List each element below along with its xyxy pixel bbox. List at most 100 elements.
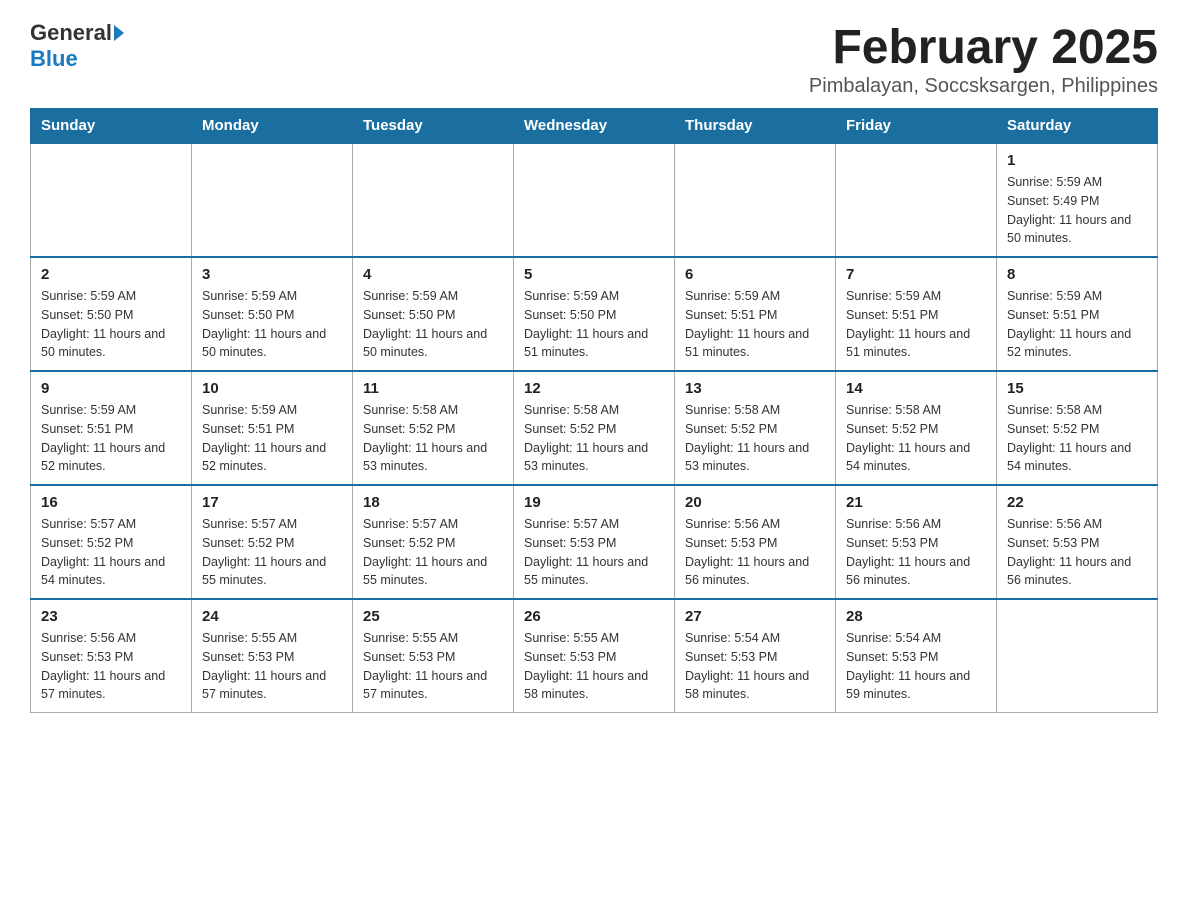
location-subtitle: Pimbalayan, Soccsksargen, Philippines [809,75,1158,98]
day-number: 11 [363,380,503,397]
logo-arrow-icon [114,25,124,41]
day-number: 2 [41,266,181,283]
logo-general-text: General [30,20,112,46]
calendar-cell: 28 Sunrise: 5:54 AM Sunset: 5:53 PM Dayli… [836,599,997,713]
calendar-cell: 20 Sunrise: 5:56 AM Sunset: 5:53 PM Dayli… [675,485,836,599]
day-number: 16 [41,494,181,511]
calendar-cell: 3Sunrise: 5:59 AM Sunset: 5:50 PM Daylig… [192,257,353,371]
day-info: Sunrise: 5:58 AM Sunset: 5:52 PM Dayligh… [524,401,664,476]
calendar-cell: 4 Sunrise: 5:59 AM Sunset: 5:50 PM Daylig… [353,257,514,371]
day-info: Sunrise: 5:56 AM Sunset: 5:53 PM Dayligh… [41,629,181,704]
weekday-header-monday: Monday [192,109,353,144]
day-number: 13 [685,380,825,397]
weekday-header-saturday: Saturday [997,109,1158,144]
calendar-cell: 18 Sunrise: 5:57 AM Sunset: 5:52 PM Dayli… [353,485,514,599]
calendar-week-5: 23 Sunrise: 5:56 AM Sunset: 5:53 PM Dayli… [31,599,1158,713]
calendar-cell: 22 Sunrise: 5:56 AM Sunset: 5:53 PM Dayli… [997,485,1158,599]
day-number: 14 [846,380,986,397]
day-info: Sunrise: 5:56 AM Sunset: 5:53 PM Dayligh… [685,515,825,590]
calendar-cell: 7 Sunrise: 5:59 AM Sunset: 5:51 PM Daylig… [836,257,997,371]
day-info: Sunrise: 5:55 AM Sunset: 5:53 PM Dayligh… [524,629,664,704]
day-number: 19 [524,494,664,511]
day-number: 20 [685,494,825,511]
calendar-cell: 11 Sunrise: 5:58 AM Sunset: 5:52 PM Dayli… [353,371,514,485]
day-info: Sunrise: 5:57 AM Sunset: 5:52 PM Dayligh… [202,515,342,590]
day-number: 8 [1007,266,1147,283]
calendar-cell: 8Sunrise: 5:59 AM Sunset: 5:51 PM Daylig… [997,257,1158,371]
day-info: Sunrise: 5:58 AM Sunset: 5:52 PM Dayligh… [846,401,986,476]
day-info: Sunrise: 5:55 AM Sunset: 5:53 PM Dayligh… [202,629,342,704]
day-number: 7 [846,266,986,283]
calendar-cell: 21 Sunrise: 5:56 AM Sunset: 5:53 PM Dayli… [836,485,997,599]
calendar-cell: 9Sunrise: 5:59 AM Sunset: 5:51 PM Daylig… [31,371,192,485]
calendar-cell: 10Sunrise: 5:59 AM Sunset: 5:51 PM Dayli… [192,371,353,485]
calendar-cell [353,143,514,257]
day-number: 15 [1007,380,1147,397]
day-number: 17 [202,494,342,511]
day-info: Sunrise: 5:59 AM Sunset: 5:49 PM Dayligh… [1007,173,1147,248]
day-info: Sunrise: 5:58 AM Sunset: 5:52 PM Dayligh… [1007,401,1147,476]
logo-blue-text: Blue [30,46,78,72]
day-info: Sunrise: 5:59 AM Sunset: 5:51 PM Dayligh… [846,287,986,362]
calendar-cell: 1 Sunrise: 5:59 AM Sunset: 5:49 PM Daylig… [997,143,1158,257]
calendar-cell: 27Sunrise: 5:54 AM Sunset: 5:53 PM Dayli… [675,599,836,713]
calendar-cell: 15 Sunrise: 5:58 AM Sunset: 5:52 PM Dayli… [997,371,1158,485]
logo: General Blue [30,20,124,72]
day-number: 26 [524,608,664,625]
calendar-cell: 14 Sunrise: 5:58 AM Sunset: 5:52 PM Dayli… [836,371,997,485]
day-number: 3 [202,266,342,283]
day-info: Sunrise: 5:59 AM Sunset: 5:50 PM Dayligh… [363,287,503,362]
calendar-cell: 23 Sunrise: 5:56 AM Sunset: 5:53 PM Dayli… [31,599,192,713]
day-number: 23 [41,608,181,625]
day-number: 12 [524,380,664,397]
day-info: Sunrise: 5:58 AM Sunset: 5:52 PM Dayligh… [685,401,825,476]
month-title: February 2025 [809,20,1158,75]
day-info: Sunrise: 5:59 AM Sunset: 5:50 PM Dayligh… [41,287,181,362]
weekday-header-tuesday: Tuesday [353,109,514,144]
day-info: Sunrise: 5:57 AM Sunset: 5:52 PM Dayligh… [363,515,503,590]
day-number: 22 [1007,494,1147,511]
day-number: 28 [846,608,986,625]
calendar-week-4: 16 Sunrise: 5:57 AM Sunset: 5:52 PM Dayli… [31,485,1158,599]
calendar-cell: 17 Sunrise: 5:57 AM Sunset: 5:52 PM Dayli… [192,485,353,599]
day-number: 4 [363,266,503,283]
day-number: 6 [685,266,825,283]
calendar-cell [192,143,353,257]
calendar-cell [31,143,192,257]
weekday-header-friday: Friday [836,109,997,144]
day-info: Sunrise: 5:59 AM Sunset: 5:51 PM Dayligh… [202,401,342,476]
calendar-cell: 16 Sunrise: 5:57 AM Sunset: 5:52 PM Dayli… [31,485,192,599]
calendar-cell: 5Sunrise: 5:59 AM Sunset: 5:50 PM Daylig… [514,257,675,371]
day-number: 9 [41,380,181,397]
day-info: Sunrise: 5:56 AM Sunset: 5:53 PM Dayligh… [846,515,986,590]
day-number: 18 [363,494,503,511]
day-info: Sunrise: 5:54 AM Sunset: 5:53 PM Dayligh… [846,629,986,704]
day-number: 5 [524,266,664,283]
day-number: 25 [363,608,503,625]
calendar-cell [836,143,997,257]
calendar-cell: 25 Sunrise: 5:55 AM Sunset: 5:53 PM Dayli… [353,599,514,713]
weekday-header-wednesday: Wednesday [514,109,675,144]
calendar-cell: 19 Sunrise: 5:57 AM Sunset: 5:53 PM Dayli… [514,485,675,599]
day-info: Sunrise: 5:59 AM Sunset: 5:51 PM Dayligh… [685,287,825,362]
calendar-cell: 6 Sunrise: 5:59 AM Sunset: 5:51 PM Daylig… [675,257,836,371]
weekday-header-sunday: Sunday [31,109,192,144]
calendar-cell: 26 Sunrise: 5:55 AM Sunset: 5:53 PM Dayli… [514,599,675,713]
calendar-cell: 13 Sunrise: 5:58 AM Sunset: 5:52 PM Dayli… [675,371,836,485]
day-info: Sunrise: 5:57 AM Sunset: 5:52 PM Dayligh… [41,515,181,590]
day-info: Sunrise: 5:55 AM Sunset: 5:53 PM Dayligh… [363,629,503,704]
calendar-cell: 2 Sunrise: 5:59 AM Sunset: 5:50 PM Daylig… [31,257,192,371]
calendar-week-1: 1 Sunrise: 5:59 AM Sunset: 5:49 PM Daylig… [31,143,1158,257]
day-number: 24 [202,608,342,625]
calendar-week-2: 2 Sunrise: 5:59 AM Sunset: 5:50 PM Daylig… [31,257,1158,371]
day-info: Sunrise: 5:57 AM Sunset: 5:53 PM Dayligh… [524,515,664,590]
day-number: 1 [1007,152,1147,169]
calendar-cell [514,143,675,257]
calendar-table: SundayMondayTuesdayWednesdayThursdayFrid… [30,108,1158,713]
day-info: Sunrise: 5:56 AM Sunset: 5:53 PM Dayligh… [1007,515,1147,590]
calendar-week-3: 9 Sunrise: 5:59 AM Sunset: 5:51 PM Daylig… [31,371,1158,485]
day-info: Sunrise: 5:58 AM Sunset: 5:52 PM Dayligh… [363,401,503,476]
weekday-header-thursday: Thursday [675,109,836,144]
day-number: 21 [846,494,986,511]
calendar-cell: 12 Sunrise: 5:58 AM Sunset: 5:52 PM Dayli… [514,371,675,485]
